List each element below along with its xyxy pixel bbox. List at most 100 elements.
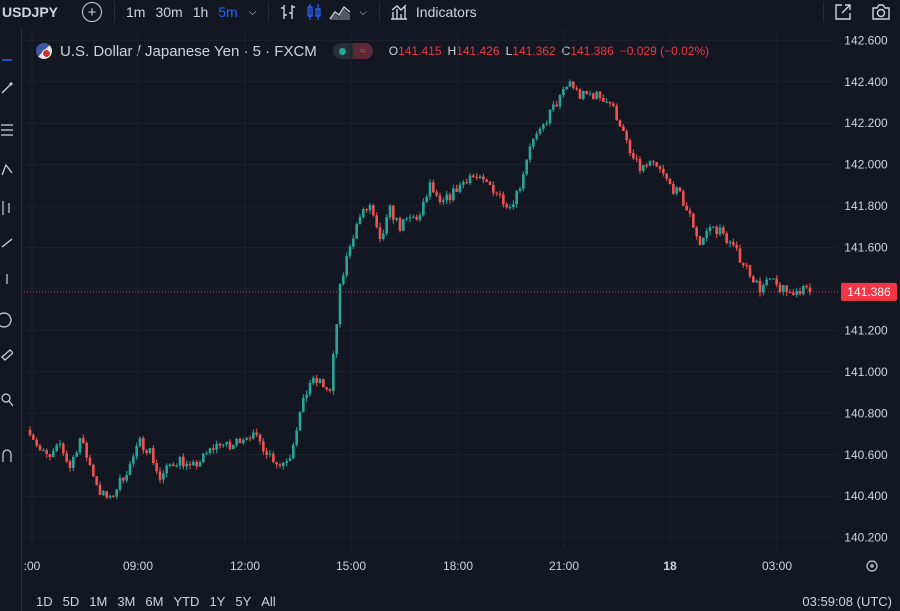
- candle-body: [408, 217, 412, 219]
- candle-body: [105, 491, 108, 498]
- y-tick-label: 140.400: [844, 489, 888, 503]
- time-axis[interactable]: :00 09:00 12:00 15:00 18:00 21:00 18 03:00: [24, 559, 793, 573]
- x-tick-label: 12:00: [230, 559, 260, 573]
- chart-settings-icon[interactable]: [866, 560, 878, 572]
- candle-body: [172, 464, 175, 466]
- candle-body: [332, 354, 335, 391]
- range-all[interactable]: All: [261, 594, 275, 609]
- x-tick-label: 03:00: [762, 559, 792, 573]
- range-selector: 1D 5D 1M 3M 6M YTD 1Y 5Y All: [36, 591, 286, 611]
- candle-body: [268, 453, 272, 455]
- candle-body: [418, 215, 422, 220]
- candle-body: [288, 458, 292, 462]
- utc-clock[interactable]: 03:59:08 (UTC): [802, 591, 892, 611]
- candle-body: [692, 213, 695, 228]
- candle-body: [225, 441, 228, 445]
- candle-body: [405, 218, 408, 220]
- candle-body: [62, 443, 65, 454]
- candle-body: [632, 153, 635, 159]
- candle-body: [538, 128, 542, 134]
- candle-body: [48, 453, 52, 457]
- candle-body: [552, 104, 555, 110]
- range-1d[interactable]: 1D: [36, 594, 53, 609]
- candle-body: [432, 182, 435, 193]
- candle-body: [752, 276, 755, 283]
- candle-body: [522, 174, 525, 189]
- candle-body: [125, 475, 128, 481]
- candle-body: [708, 227, 712, 232]
- candle-body: [715, 226, 718, 235]
- candle-body: [448, 194, 452, 201]
- candle-body: [282, 462, 285, 466]
- candle-body: [248, 438, 252, 440]
- candle-body: [252, 432, 255, 439]
- candle-body: [212, 448, 215, 450]
- candle-body: [572, 81, 575, 88]
- candle-body: [595, 91, 598, 99]
- candle-body: [502, 194, 505, 205]
- candle-body: [298, 411, 302, 431]
- candle-body: [428, 182, 432, 197]
- candle-body: [155, 462, 158, 472]
- candle-body: [325, 387, 328, 390]
- candle-body: [148, 448, 152, 454]
- x-tick-label: 09:00: [123, 559, 153, 573]
- range-1y[interactable]: 1Y: [209, 594, 225, 609]
- candle-body: [145, 450, 148, 454]
- candle-body: [85, 442, 88, 458]
- candle-body: [668, 178, 672, 185]
- candle-body: [478, 176, 482, 179]
- candle-body: [182, 456, 185, 467]
- candle-body: [235, 438, 238, 445]
- candle-body: [208, 448, 212, 453]
- y-tick-label: 140.200: [844, 531, 888, 545]
- candle-body: [98, 484, 102, 495]
- candle-body: [402, 219, 405, 231]
- candle-body: [678, 187, 682, 192]
- y-tick-label: 141.000: [844, 365, 888, 379]
- candle-body: [618, 120, 622, 127]
- candle-body: [165, 465, 168, 474]
- range-1m[interactable]: 1M: [89, 594, 107, 609]
- y-tick-label: 142.400: [844, 75, 888, 89]
- candle-body: [698, 236, 702, 245]
- candle-body: [588, 93, 592, 95]
- candle-body: [728, 242, 732, 244]
- candle-body: [548, 109, 552, 124]
- candle-body: [675, 187, 678, 194]
- candle-body: [455, 188, 458, 192]
- candle-body: [468, 175, 472, 184]
- price-chart[interactable]: 142.600 142.400 142.200 142.000 141.800 141.6…: [0, 0, 900, 611]
- candle-body: [512, 204, 515, 208]
- y-tick-label: 141.600: [844, 241, 888, 255]
- candle-body: [622, 126, 625, 131]
- candle-body: [712, 226, 715, 228]
- range-6m[interactable]: 6M: [145, 594, 163, 609]
- candle-body: [785, 285, 788, 292]
- candle-body: [515, 190, 518, 205]
- candle-body: [508, 207, 512, 209]
- candle-body: [568, 81, 572, 87]
- candle-body: [122, 477, 125, 481]
- candle-body: [318, 379, 322, 383]
- candle-body: [312, 377, 315, 384]
- candle-body: [612, 103, 615, 106]
- candle-body: [65, 453, 68, 462]
- candle-body: [392, 205, 395, 220]
- range-ytd[interactable]: YTD: [173, 594, 199, 609]
- candle-body: [335, 324, 338, 355]
- candle-body: [78, 438, 82, 453]
- candle-body: [725, 233, 728, 243]
- range-5d[interactable]: 5D: [63, 594, 80, 609]
- candle-body: [638, 158, 642, 171]
- candle-body: [738, 248, 742, 263]
- range-3m[interactable]: 3M: [117, 594, 135, 609]
- range-5y[interactable]: 5Y: [235, 594, 251, 609]
- candle-body: [462, 182, 465, 185]
- candle-body: [582, 91, 585, 99]
- candle-body: [385, 217, 388, 234]
- candle-body: [68, 461, 72, 468]
- candle-body: [75, 452, 78, 457]
- candle-body: [485, 179, 488, 182]
- candle-body: [32, 435, 35, 440]
